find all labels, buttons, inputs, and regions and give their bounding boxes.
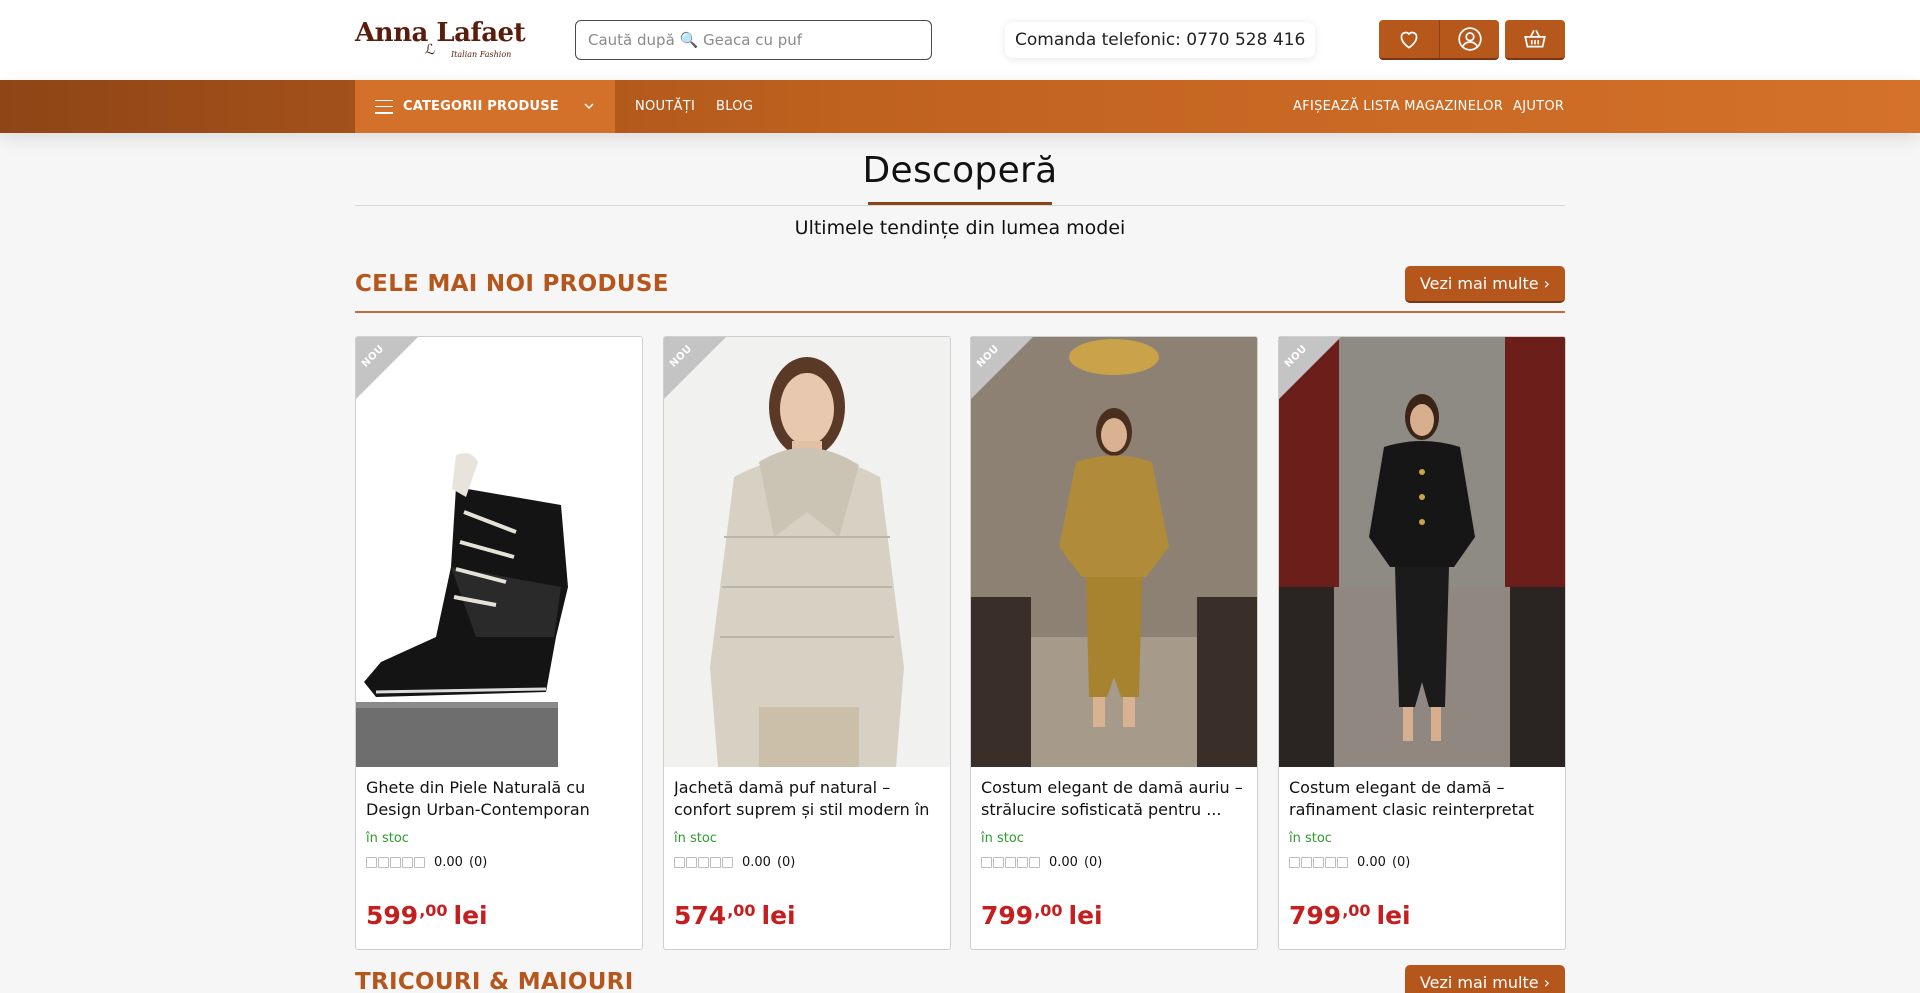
product-card[interactable]: NOU Costum elegant de damă auriu – străl… [970,336,1258,950]
nav-link-help[interactable]: AJUTOR [1513,80,1564,133]
price-currency: lei [1376,901,1411,930]
rating-value: 0.00 [742,855,771,870]
cart-icon-group [1505,20,1565,60]
product-price: 799 ,00 lei [1289,901,1411,931]
rating-stars-icon [981,857,1041,868]
rating-stars-icon [1289,857,1349,868]
price-decimals: ,00 [419,901,448,920]
menu-icon [375,99,393,114]
rating-stars-icon [366,857,426,868]
heart-icon [1400,31,1418,49]
price-decimals: ,00 [727,901,756,920]
discover-subtitle: Ultimele tendințe din lumea modei [794,217,1126,239]
site-header: Anna Lafaet ℒ Italian Fashion Comanda te… [0,0,1920,80]
price-currency: lei [453,901,488,930]
rating-stars-icon [674,857,734,868]
search-box[interactable] [575,20,932,60]
product-price: 599 ,00 lei [366,901,488,931]
review-count: (0) [1391,855,1411,870]
discover-divider [355,205,1565,206]
cart-button[interactable] [1505,20,1565,58]
product-image-puffer-jacket[interactable] [664,337,950,767]
categories-menu-button[interactable]: CATEGORII PRODUSE [355,80,615,133]
price-integer: 574 [674,901,727,930]
section-title-tshirts: TRICOURI & MAIOURI [355,969,634,993]
product-image-gold-suit[interactable] [971,337,1257,767]
review-count: (0) [1083,855,1103,870]
review-count: (0) [776,855,796,870]
see-more-newest-button[interactable]: Vezi mai multe › [1405,266,1565,303]
stock-status: în stoc [366,831,409,846]
chevron-down-icon [584,103,594,110]
section-title-newest: CELE MAI NOI PRODUSE [355,271,669,297]
product-name[interactable]: Jachetă damă puf natural – confort supre… [674,777,942,821]
logo-monogram-icon: ℒ [425,42,436,58]
see-more-tshirts-button[interactable]: Vezi mai multe › [1405,965,1565,993]
product-image-black-suit[interactable] [1279,337,1565,767]
nav-link-blog[interactable]: BLOG [716,80,753,133]
categories-label: CATEGORII PRODUSE [403,99,559,114]
product-card[interactable]: NOU Costum elegant de damă – rafinament … [1278,336,1566,950]
product-price: 799 ,00 lei [981,901,1103,931]
account-button[interactable] [1439,20,1499,58]
product-card[interactable]: NOU Ghete din Piele Naturală cu Design U… [355,336,643,950]
price-currency: lei [761,901,796,930]
price-integer: 599 [366,901,419,930]
price-currency: lei [1068,901,1103,930]
product-image-boot[interactable] [356,337,642,767]
discover-title: Descoperă [862,150,1058,191]
basket-icon [1524,29,1546,48]
section-divider-newest [355,311,1565,313]
logo-tagline: Italian Fashion [451,50,512,59]
user-icon [1457,27,1482,51]
product-name[interactable]: Ghete din Piele Naturală cu Design Urban… [366,777,634,821]
price-decimals: ,00 [1342,901,1371,920]
wishlist-button[interactable] [1379,20,1439,58]
logo-text: Anna Lafaet [355,18,526,48]
product-rating: 0.00 (0) [366,855,487,870]
rating-value: 0.00 [1357,855,1386,870]
product-card[interactable]: NOU Jachetă damă puf natural – confort s… [663,336,951,950]
product-name[interactable]: Costum elegant de damă auriu – strălucir… [981,777,1249,821]
main-navigation: CATEGORII PRODUSE NOUTĂȚI BLOG AFIȘEAZĂ … [0,80,1920,133]
discover-underline [868,202,1052,205]
nav-link-store-list[interactable]: AFIȘEAZĂ LISTA MAGAZINELOR [1293,80,1503,133]
account-icon-group [1379,20,1499,60]
stock-status: în stoc [674,831,717,846]
product-name[interactable]: Costum elegant de damă – rafinament clas… [1289,777,1557,821]
stock-status: în stoc [1289,831,1332,846]
product-price: 574 ,00 lei [674,901,796,931]
rating-value: 0.00 [1049,855,1078,870]
rating-value: 0.00 [434,855,463,870]
phone-order-badge[interactable]: Comanda telefonic: 0770 528 416 [1005,22,1316,58]
product-rating: 0.00 (0) [981,855,1102,870]
price-integer: 799 [1289,901,1342,930]
price-integer: 799 [981,901,1034,930]
product-rating: 0.00 (0) [1289,855,1410,870]
price-decimals: ,00 [1034,901,1063,920]
product-rating: 0.00 (0) [674,855,795,870]
stock-status: în stoc [981,831,1024,846]
search-input[interactable] [588,31,931,49]
review-count: (0) [468,855,488,870]
nav-link-news[interactable]: NOUTĂȚI [635,80,695,133]
site-logo[interactable]: Anna Lafaet ℒ Italian Fashion [355,18,526,66]
